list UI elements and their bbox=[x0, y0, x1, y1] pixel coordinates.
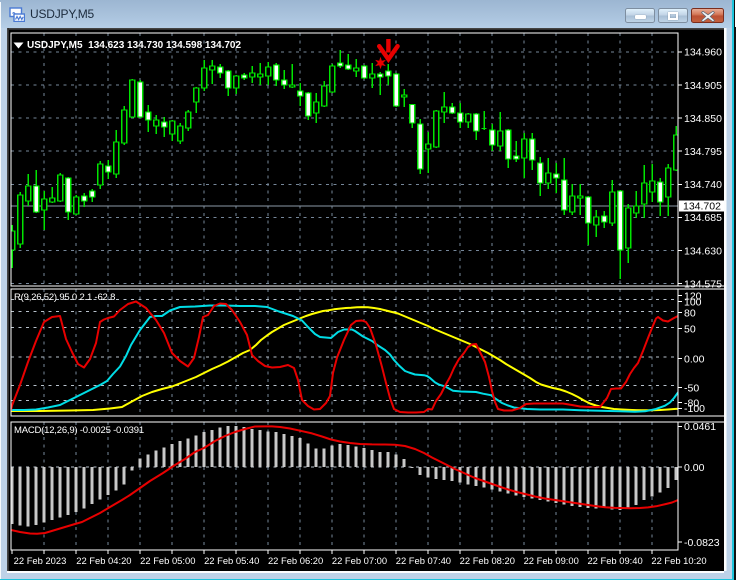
svg-text:22 Feb 07:00: 22 Feb 07:00 bbox=[332, 555, 387, 566]
svg-text:USDJPY,M5 134.623 134.730 134: USDJPY,M5 134.623 134.730 134.598 134.70… bbox=[27, 40, 241, 51]
svg-text:22 Feb 09:40: 22 Feb 09:40 bbox=[587, 555, 642, 566]
svg-text:22 Feb 07:40: 22 Feb 07:40 bbox=[396, 555, 451, 566]
svg-text:22 Feb 10:20: 22 Feb 10:20 bbox=[651, 555, 706, 566]
svg-text:134.850: 134.850 bbox=[684, 113, 722, 125]
svg-text:-0.0823: -0.0823 bbox=[684, 537, 720, 549]
svg-text:0.00: 0.00 bbox=[684, 462, 705, 474]
svg-text:22 Feb 2023: 22 Feb 2023 bbox=[14, 555, 67, 566]
svg-text:22 Feb 05:40: 22 Feb 05:40 bbox=[204, 555, 259, 566]
svg-text:80: 80 bbox=[684, 307, 696, 319]
svg-text:134.685: 134.685 bbox=[684, 212, 722, 224]
svg-text:134.702: 134.702 bbox=[683, 201, 721, 213]
svg-text:-50: -50 bbox=[684, 382, 699, 394]
svg-text:MACD(12,26,9) -0.0025 -0.0391: MACD(12,26,9) -0.0025 -0.0391 bbox=[14, 425, 144, 436]
svg-text:134.630: 134.630 bbox=[684, 245, 722, 257]
svg-text:R(9,26,52) 95.0 2.1 -62.8: R(9,26,52) 95.0 2.1 -62.8 bbox=[14, 292, 115, 303]
svg-text:22 Feb 08:20: 22 Feb 08:20 bbox=[460, 555, 515, 566]
svg-text:22 Feb 09:00: 22 Feb 09:00 bbox=[524, 555, 579, 566]
svg-text:134.795: 134.795 bbox=[684, 146, 722, 158]
svg-text:22 Feb 06:20: 22 Feb 06:20 bbox=[268, 555, 323, 566]
svg-text:134.740: 134.740 bbox=[684, 179, 722, 191]
svg-text:22 Feb 05:00: 22 Feb 05:00 bbox=[140, 555, 195, 566]
svg-text:50: 50 bbox=[684, 324, 696, 336]
svg-text:-100: -100 bbox=[684, 403, 705, 415]
svg-text:134.960: 134.960 bbox=[684, 47, 722, 59]
svg-text:134.575: 134.575 bbox=[684, 278, 722, 290]
svg-text:134.905: 134.905 bbox=[684, 80, 722, 92]
svg-text:0.0461: 0.0461 bbox=[684, 421, 716, 433]
svg-text:0.00: 0.00 bbox=[684, 354, 705, 366]
svg-text:22 Feb 04:20: 22 Feb 04:20 bbox=[76, 555, 131, 566]
